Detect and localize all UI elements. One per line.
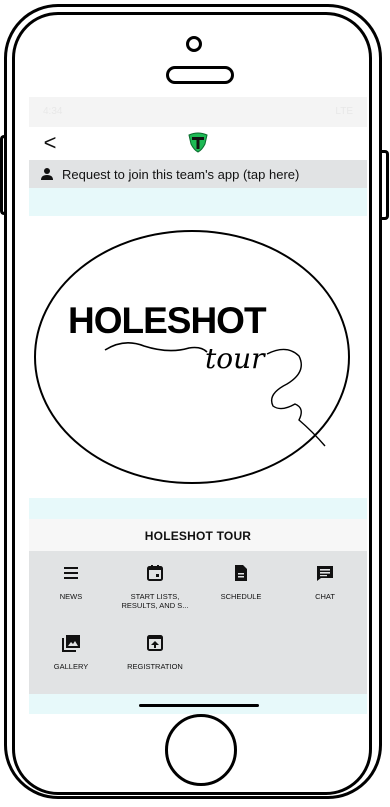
menu-item-registration[interactable]: REGISTRATION: [113, 633, 197, 671]
news-icon: [64, 567, 78, 579]
hero-logo-script: tour: [205, 342, 266, 375]
menu-item-label: NEWS: [59, 592, 83, 601]
menu-item-start-lists[interactable]: START LISTS, RESULTS, AND S...: [113, 563, 197, 610]
accent-band: [29, 188, 367, 216]
person-icon: [41, 168, 53, 180]
home-indicator[interactable]: [139, 704, 259, 707]
chat-icon: [317, 566, 333, 581]
menu-item-label: SCHEDULE: [220, 592, 262, 601]
request-join-text: Request to join this team's app (tap her…: [62, 167, 300, 182]
menu-item-label: CHAT: [315, 592, 335, 601]
gallery-icon: [62, 635, 80, 652]
menu-item-news[interactable]: NEWS: [29, 563, 113, 601]
home-button[interactable]: [165, 714, 237, 786]
registration-icon: [147, 635, 163, 651]
team-name-title: HOLESHOT TOUR: [29, 519, 367, 551]
accent-band: [29, 498, 367, 519]
team-t-shield-icon[interactable]: [187, 131, 209, 153]
earpiece-speaker: [166, 66, 234, 84]
calendar-icon: [147, 565, 163, 581]
menu-item-gallery[interactable]: GALLERY: [29, 633, 113, 671]
menu-item-chat[interactable]: CHAT: [283, 563, 367, 601]
request-join-banner[interactable]: Request to join this team's app (tap her…: [29, 160, 367, 188]
menu-item-label: START LISTS, RESULTS, AND S...: [121, 592, 189, 610]
status-indicators: LTE: [335, 106, 353, 117]
front-camera: [186, 36, 202, 52]
team-hero-image: HOLESHOT tour: [29, 216, 367, 498]
app-menu-grid: NEWS START LISTS, RESULTS, AND S... SCHE…: [29, 551, 367, 694]
phone-side-button-right: [381, 150, 389, 220]
back-button[interactable]: <: [37, 130, 63, 156]
menu-item-label: REGISTRATION: [127, 662, 183, 671]
status-bar: 4:34 LTE: [29, 97, 367, 127]
app-screen: 4:34 LTE < Request to join this team's a…: [29, 97, 367, 714]
top-bar: <: [29, 127, 367, 160]
holeshot-tour-logo: HOLESHOT tour: [34, 230, 350, 484]
document-icon: [235, 565, 247, 581]
menu-item-label: GALLERY: [53, 662, 89, 671]
hero-logo-text: HOLESHOT: [68, 300, 267, 341]
menu-item-schedule[interactable]: SCHEDULE: [199, 563, 283, 601]
status-time: 4:34: [43, 106, 63, 117]
